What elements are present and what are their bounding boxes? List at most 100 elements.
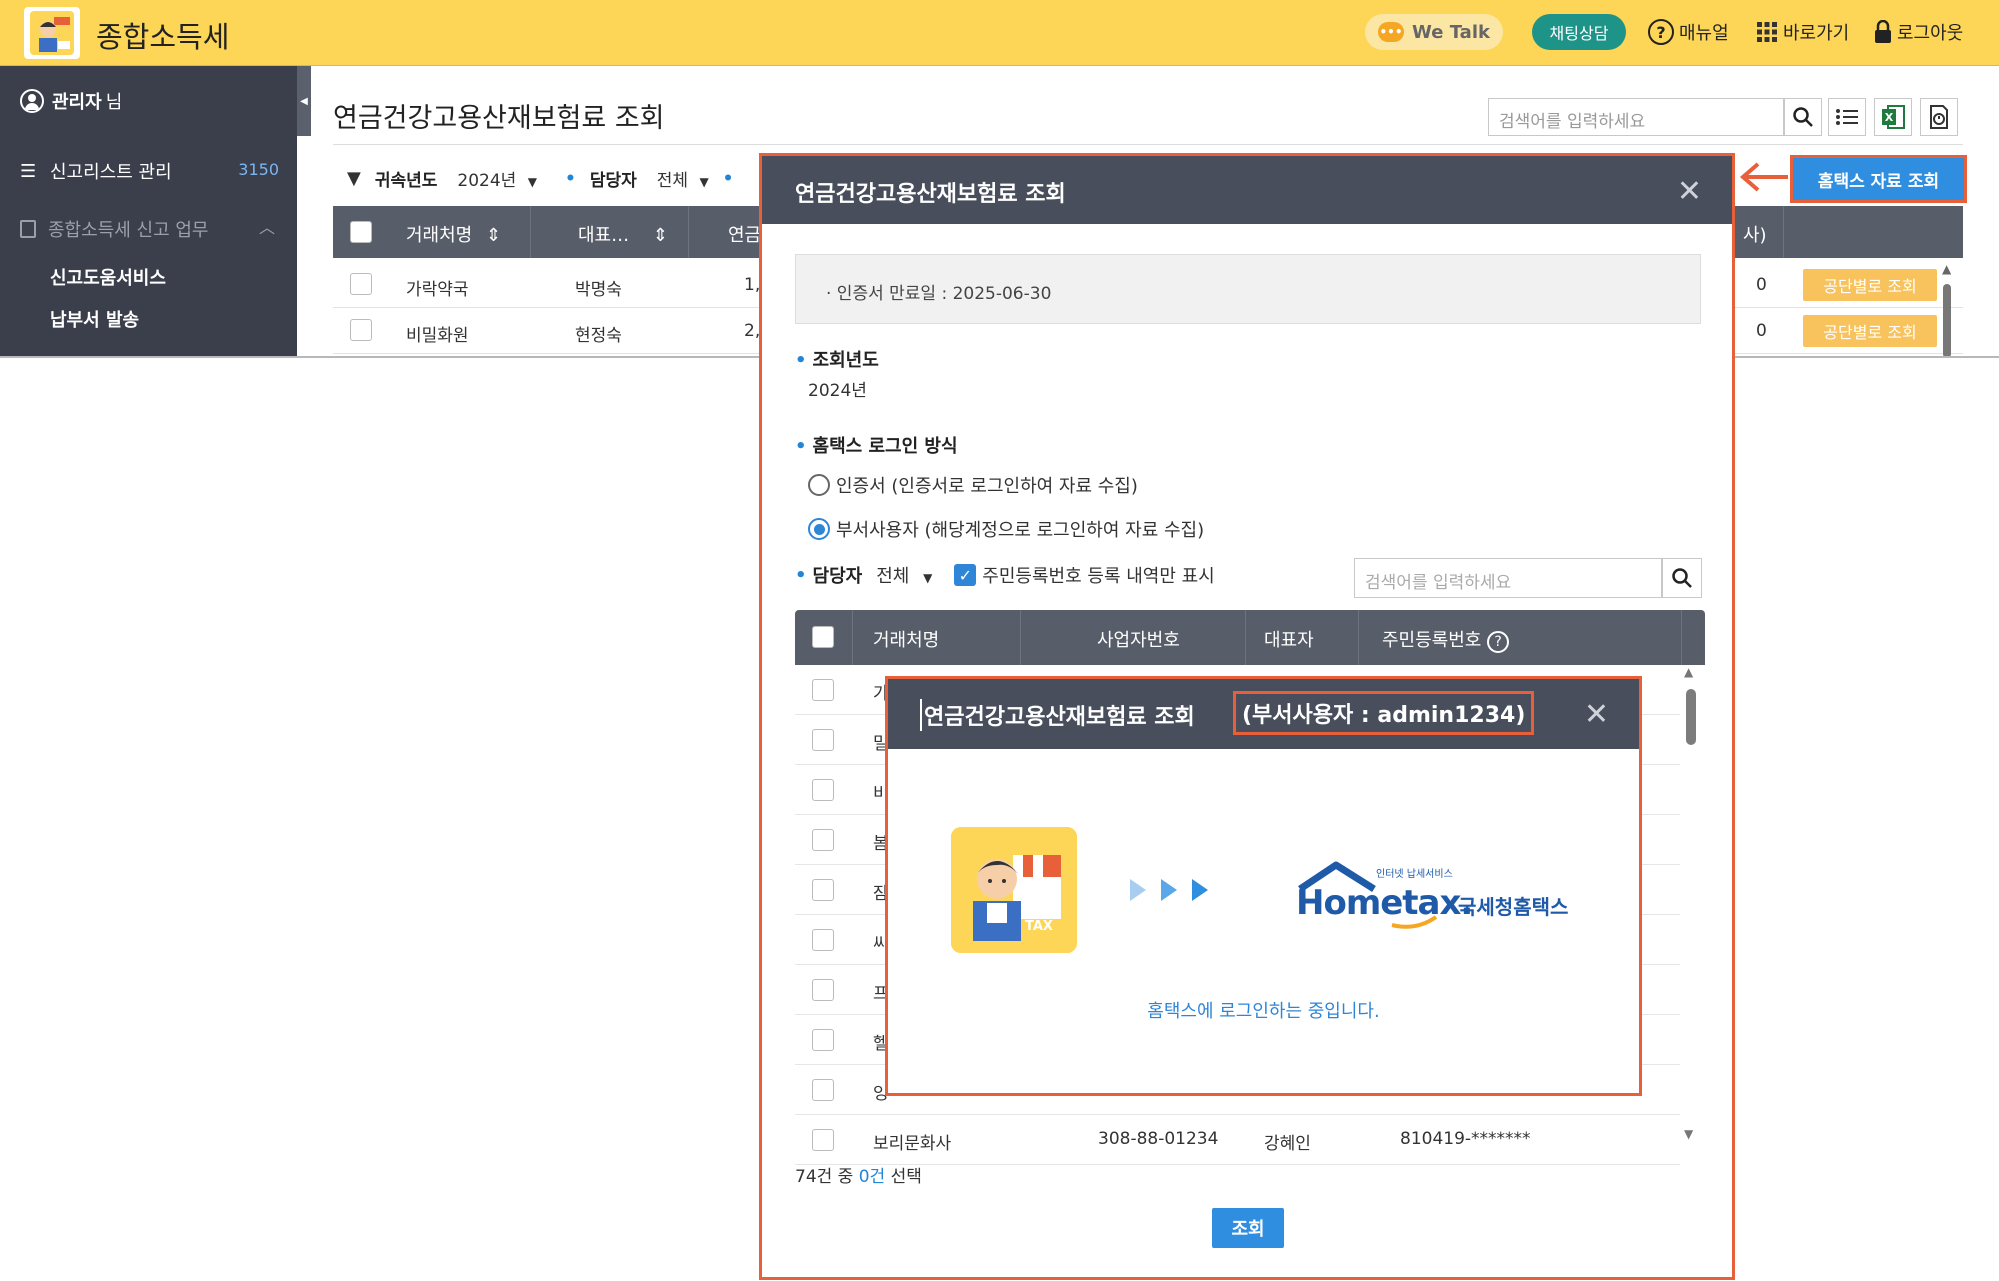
- lock-icon: [1875, 20, 1891, 43]
- row-checkbox[interactable]: [812, 1129, 834, 1151]
- scroll-up-icon[interactable]: ▲: [1942, 262, 1951, 276]
- row-checkbox[interactable]: [812, 979, 834, 1001]
- sidebar-item-report-list[interactable]: ☰ 신고리스트 관리: [20, 158, 172, 184]
- hometax-data-query-button[interactable]: 홈택스 자료 조회: [1790, 155, 1967, 203]
- scroll-up-icon[interactable]: ▲: [1684, 665, 1693, 679]
- sidebar-item-payment-slip[interactable]: 납부서 발송: [50, 306, 139, 332]
- chevron-up-icon[interactable]: ︿: [259, 214, 275, 238]
- sidebar-group-income-tax[interactable]: 종합소득세 신고 업무: [20, 216, 208, 242]
- list-view-button[interactable]: [1828, 98, 1866, 136]
- top-bar: 종합소득세 ••• We Talk 채팅상담 ? 매뉴얼 바로가기 로그아웃: [0, 0, 1999, 66]
- radio-button[interactable]: [808, 474, 830, 496]
- column-header-label: 주민등록번호: [1382, 630, 1482, 651]
- hometax-logo: 인터넷 납세서비스 Hometax. 국세청홈택스: [1296, 859, 1606, 939]
- login-option-certificate[interactable]: 인증서 (인증서로 로그인하여 자료 수집): [808, 472, 1138, 498]
- scroll-down-icon[interactable]: ▼: [1684, 1127, 1693, 1141]
- row-checkbox[interactable]: [812, 829, 834, 851]
- scroll-thumb[interactable]: [1686, 689, 1696, 745]
- arrow-left-icon: [1739, 162, 1788, 192]
- row-checkbox[interactable]: [812, 1079, 834, 1101]
- column-header-rrn[interactable]: 주민등록번호 ?: [1382, 626, 1510, 653]
- scroll-thumb[interactable]: [1943, 284, 1951, 356]
- scrollbar[interactable]: ▲: [1940, 262, 1954, 356]
- query-by-agency-button[interactable]: 공단별로 조회: [1803, 315, 1937, 347]
- dialog-scrollbar[interactable]: ▲ ▼: [1680, 665, 1702, 1145]
- cell-name: 비밀화원: [406, 326, 469, 346]
- row-checkbox[interactable]: [350, 273, 372, 295]
- chat-consult-button[interactable]: 채팅상담: [1532, 14, 1626, 50]
- sidebar-collapse-button[interactable]: ◀: [297, 66, 311, 136]
- sidebar: 관리자 님 ☰ 신고리스트 관리 3150 종합소득세 신고 업무 ︿ 신고도움…: [0, 66, 297, 356]
- shortcut-link[interactable]: 바로가기: [1756, 14, 1849, 50]
- row-checkbox[interactable]: [812, 879, 834, 901]
- column-divider: [1245, 610, 1246, 665]
- help-icon[interactable]: ?: [1487, 631, 1510, 653]
- list-check-icon: ☰: [20, 160, 37, 182]
- divider: [333, 144, 1963, 145]
- sidebar-item-help-service[interactable]: 신고도움서비스: [50, 264, 166, 290]
- manager-filter-value: 전체: [656, 171, 689, 191]
- search-button[interactable]: [1784, 98, 1822, 136]
- column-divider: [688, 206, 689, 258]
- app-logo[interactable]: [24, 7, 80, 59]
- row-checkbox[interactable]: [812, 1029, 834, 1051]
- admin-suffix: 님: [105, 92, 123, 113]
- row-checkbox[interactable]: [812, 729, 834, 751]
- certificate-expiry: · 인증서 만료일 : 2025-06-30: [826, 284, 1052, 304]
- admin-user[interactable]: 관리자 님: [20, 88, 122, 114]
- login-option-dept-user[interactable]: 부서사용자 (해당계정으로 로그인하여 자료 수집): [808, 516, 1204, 542]
- document-clock-icon: [1930, 105, 1948, 129]
- progress-arrow-icon: [1130, 879, 1146, 901]
- column-header-name[interactable]: 거래처명: [873, 626, 939, 652]
- excel-export-button[interactable]: X: [1874, 98, 1912, 136]
- close-icon[interactable]: ✕: [1677, 174, 1702, 209]
- column-header-pension[interactable]: 연금: [728, 221, 761, 247]
- dropdown-arrow-icon: ▼: [923, 571, 933, 585]
- manager-filter-select[interactable]: 전체 ▼: [657, 166, 709, 191]
- column-divider: [852, 610, 853, 665]
- dialog-title: 연금건강고용산재보험료 조회: [795, 182, 1066, 207]
- manager-select[interactable]: 전체 ▼: [876, 562, 932, 588]
- column-header-count[interactable]: 사): [1743, 221, 1767, 247]
- page-title: 연금건강고용산재보험료 조회: [333, 103, 665, 134]
- logout-link[interactable]: 로그아웃: [1873, 14, 1963, 50]
- selection-count: 74건 중 0건 선택: [795, 1162, 922, 1187]
- column-header-biz-number[interactable]: 사업자번호: [1097, 626, 1180, 652]
- dialog-search-button[interactable]: [1662, 558, 1702, 598]
- app-title: 종합소득세: [96, 20, 230, 54]
- row-checkbox[interactable]: [812, 929, 834, 951]
- login-status-text: 홈택스에 로그인하는 중입니다.: [1147, 1001, 1380, 1022]
- select-all-checkbox[interactable]: [812, 626, 834, 648]
- dialog-search-input[interactable]: 검색어를 입력하세요: [1354, 558, 1662, 598]
- cell-name: 보리문화사: [873, 1134, 952, 1154]
- row-checkbox[interactable]: [812, 679, 834, 701]
- query-by-agency-button[interactable]: 공단별로 조회: [1803, 269, 1937, 301]
- wetalk-button[interactable]: ••• We Talk: [1365, 14, 1503, 50]
- hometax-login-popup: 연금건강고용산재보험료 조회 (부서사용자 : admin1234) ✕ TAX…: [885, 676, 1642, 1096]
- row-checkbox[interactable]: [350, 319, 372, 341]
- radio-label: 인증서 (인증서로 로그인하여 자료 수집): [836, 476, 1138, 497]
- close-icon[interactable]: ✕: [1584, 697, 1609, 732]
- filter-icon: ▼: [347, 168, 361, 189]
- year-filter-select[interactable]: 2024년 ▼: [457, 166, 537, 191]
- hometax-korean: 국세청홈택스: [1458, 895, 1569, 919]
- bullet-icon: •: [722, 168, 734, 189]
- manual-link[interactable]: ? 매뉴얼: [1648, 14, 1729, 50]
- search-icon: [1793, 107, 1813, 127]
- radio-label: 부서사용자 (해당계정으로 로그인하여 자료 수집): [836, 520, 1205, 541]
- column-divider: [1020, 610, 1021, 665]
- column-header-rep[interactable]: 대표… ⇕: [578, 221, 668, 247]
- query-button[interactable]: 조회: [1212, 1208, 1284, 1248]
- column-header-name[interactable]: 거래처명 ⇕: [406, 221, 501, 247]
- certificate-info-box: · 인증서 만료일 : 2025-06-30: [795, 254, 1701, 324]
- progress-arrow-icon: [1192, 879, 1208, 901]
- select-all-checkbox[interactable]: [350, 221, 372, 243]
- history-button[interactable]: [1920, 98, 1958, 136]
- column-header-rep[interactable]: 대표자: [1264, 626, 1314, 652]
- rrn-filter-checkbox[interactable]: ✓: [954, 564, 977, 586]
- search-input[interactable]: 검색어를 입력하세요: [1488, 98, 1784, 136]
- row-checkbox[interactable]: [812, 779, 834, 801]
- table-row[interactable]: 보리문화사 308-88-01234 강혜인 810419-*******: [795, 1115, 1680, 1165]
- radio-button-selected[interactable]: [808, 518, 830, 540]
- sort-icon: ⇕: [652, 225, 668, 246]
